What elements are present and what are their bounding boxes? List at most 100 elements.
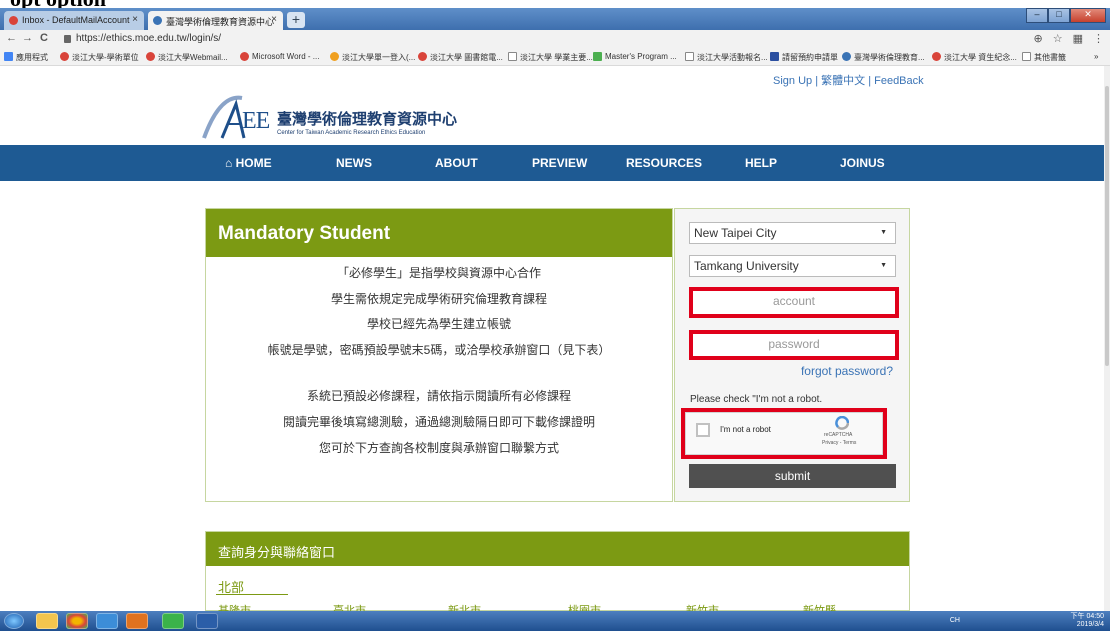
password-input[interactable]: password: [693, 334, 895, 356]
bookmark-item[interactable]: 淡江大學單一登入(...: [330, 52, 415, 63]
card-header: Mandatory Student: [206, 209, 672, 257]
nav-preview[interactable]: PREVIEW: [532, 156, 587, 170]
bookmark-item[interactable]: 其他書籤: [1022, 52, 1066, 63]
line-icon[interactable]: [162, 613, 184, 629]
bookmark-icon: [932, 52, 941, 61]
explorer-icon[interactable]: [36, 613, 58, 629]
scrollbar-thumb[interactable]: [1105, 86, 1109, 366]
bookmarks-bar: 應用程式 淡江大學-學術單位 淡江大學Webmail... Microsoft …: [0, 49, 1110, 66]
bookmark-item[interactable]: 請留預約申請單: [770, 52, 838, 63]
tab-aree[interactable]: 臺灣學術倫理教育資源中心 ×: [148, 11, 283, 30]
logo-mark-text: EE: [242, 108, 270, 134]
info-line: 閱讀完畢後填寫總測驗，通過總測驗隔日即可下載修課證明: [282, 415, 595, 429]
nav-help[interactable]: HELP: [745, 156, 777, 170]
apps-icon: [4, 52, 13, 61]
minimize-button[interactable]: –: [1026, 8, 1048, 23]
region-underline: [216, 594, 288, 595]
menu-icon[interactable]: ⋮: [1093, 32, 1104, 45]
nav-joinus[interactable]: JOINUS: [840, 156, 885, 170]
extension-icon[interactable]: ▦: [1073, 32, 1083, 45]
recaptcha-terms[interactable]: Privacy - Terms: [822, 440, 856, 446]
tray-language[interactable]: CH: [950, 617, 960, 624]
site-favicon-icon: [153, 16, 162, 25]
home-icon: ⌂: [225, 156, 233, 170]
bookmark-icon: [418, 52, 427, 61]
bookmarks-more-icon[interactable]: »: [1094, 52, 1098, 61]
maximize-button[interactable]: □: [1048, 8, 1070, 23]
feedback-link[interactable]: FeedBack: [874, 75, 924, 87]
bookmark-item[interactable]: 淡江大學Webmail...: [146, 52, 228, 63]
office-icon[interactable]: [126, 613, 148, 629]
language-link[interactable]: 繁體中文: [821, 75, 865, 87]
window-close-button[interactable]: ✕: [1070, 8, 1106, 23]
window-controls: – □ ✕: [1026, 8, 1106, 24]
chrome-icon[interactable]: [66, 613, 88, 629]
bookmark-item[interactable]: 應用程式: [4, 52, 48, 63]
recaptcha-label: I'm not a robot: [720, 425, 771, 434]
bookmark-icon: [593, 52, 602, 61]
logo-title: 臺灣學術倫理教育資源中心: [277, 111, 458, 128]
toolbar-icons: ⊕ ☆ ▦ ⋮: [1034, 32, 1105, 45]
folder-icon: [1022, 52, 1031, 61]
info-line: 學校已經先為學生建立帳號: [366, 317, 511, 331]
tray-clock[interactable]: 下午 04:50 2019/3/4: [1071, 613, 1104, 629]
bookmark-icon: [240, 52, 249, 61]
page-icon: [508, 52, 517, 61]
caption-strip: opt option: [0, 0, 1110, 8]
nav-news[interactable]: NEWS: [336, 156, 372, 170]
captcha-instruction: Please check "I'm not a robot.: [690, 394, 823, 405]
lock-icon: [64, 35, 71, 43]
signup-link[interactable]: Sign Up: [773, 75, 812, 87]
bookmark-item[interactable]: 淡江大學 學業主要...: [508, 52, 593, 63]
nav-home[interactable]: ⌂ HOME: [225, 156, 272, 170]
bookmark-icon: [60, 52, 69, 61]
zoom-icon[interactable]: ⊕: [1034, 32, 1043, 45]
browser-tab-strip: Inbox - DefaultMailAccount × 臺灣學術倫理教育資源中…: [0, 8, 1110, 30]
page-icon: [685, 52, 694, 61]
close-icon[interactable]: ×: [271, 14, 277, 25]
tab-title: Inbox - DefaultMailAccount: [22, 15, 130, 25]
nav-resources[interactable]: RESOURCES: [626, 156, 702, 170]
bookmark-item[interactable]: 淡江大學 圖書館電...: [418, 52, 503, 63]
bookmark-icon: [842, 52, 851, 61]
page-scrollbar[interactable]: [1104, 66, 1110, 611]
panel-title: 查詢身分與聯絡窗口: [218, 545, 336, 560]
mail-icon: [9, 16, 18, 25]
bookmark-icon: [330, 52, 339, 61]
bookmark-icon: [770, 52, 779, 61]
submit-button[interactable]: submit: [689, 464, 896, 488]
bookmark-item[interactable]: 臺灣學術倫理教育...: [842, 52, 925, 63]
lookup-panel: 查詢身分與聯絡窗口 北部 基隆市 臺北市 新北市 桃園市 新竹市 新竹縣: [205, 531, 910, 617]
panel-header: 查詢身分與聯絡窗口: [206, 532, 909, 566]
bookmark-item[interactable]: 淡江大學-學術單位: [60, 52, 139, 63]
address-bar: ← → C https://ethics.moe.edu.tw/login/s/…: [0, 30, 1110, 49]
info-line: 學生需依規定完成學術研究倫理教育課程: [330, 292, 547, 306]
nav-about[interactable]: ABOUT: [435, 156, 478, 170]
city-select[interactable]: New Taipei City ▼: [689, 222, 896, 244]
back-icon[interactable]: ←: [6, 32, 17, 44]
windows-taskbar: CH 下午 04:50 2019/3/4: [0, 611, 1110, 631]
new-tab-button[interactable]: +: [287, 12, 305, 28]
account-input[interactable]: account: [693, 291, 895, 314]
word-icon[interactable]: [196, 613, 218, 629]
forgot-password-link[interactable]: forgot password?: [801, 364, 893, 378]
bookmark-item[interactable]: 淡江大學 資生紀念...: [932, 52, 1017, 63]
info-line: 帳號是學號，密碼預設學號末5碼，或洽學校承辦窗口（見下表）: [267, 343, 611, 357]
close-icon[interactable]: ×: [132, 14, 138, 25]
info-line: 系統已預設必修課程，請依指示閱讀所有必修課程: [306, 389, 571, 403]
bookmark-star-icon[interactable]: ☆: [1053, 32, 1063, 45]
forward-icon[interactable]: →: [22, 32, 33, 44]
clock-date: 2019/3/4: [1076, 621, 1104, 628]
tab-inbox[interactable]: Inbox - DefaultMailAccount ×: [4, 11, 144, 30]
reload-icon[interactable]: C: [40, 32, 48, 44]
bookmark-item[interactable]: Microsoft Word - ...: [240, 52, 319, 61]
chevron-down-icon: ▼: [880, 262, 887, 269]
bookmark-item[interactable]: Master's Program ...: [593, 52, 677, 61]
url-field[interactable]: https://ethics.moe.edu.tw/login/s/: [76, 33, 221, 44]
school-select[interactable]: Tamkang University ▼: [689, 255, 896, 277]
site-logo[interactable]: EE 臺灣學術倫理教育資源中心 Center for Taiwan Academ…: [200, 92, 500, 142]
bookmark-item[interactable]: 淡江大學活動報名...: [685, 52, 768, 63]
start-button-icon[interactable]: [4, 613, 24, 629]
recaptcha-checkbox[interactable]: [696, 423, 710, 437]
ie-icon[interactable]: [96, 613, 118, 629]
